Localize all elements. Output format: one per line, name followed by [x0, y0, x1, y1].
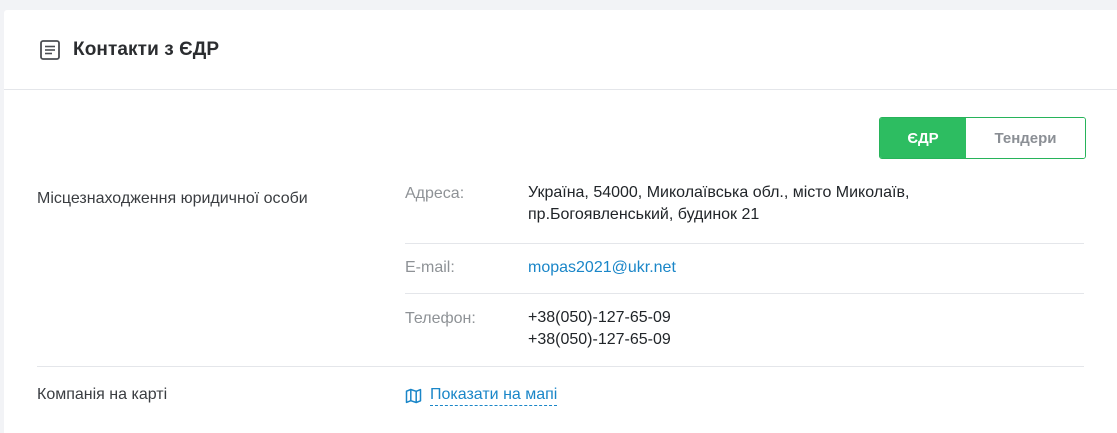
map-row-label: Компанія на карті [37, 386, 168, 403]
document-list-icon [39, 39, 61, 61]
phone-value: +38(050)-127-65-09 [528, 309, 671, 326]
phone-label: Телефон: [405, 310, 476, 327]
phone-value: +38(050)-127-65-09 [528, 331, 671, 348]
toggle-edr-button[interactable]: ЄДР [880, 118, 966, 158]
location-row-label: Місцезнаходження юридичної особи [37, 190, 308, 207]
divider [405, 243, 1084, 244]
email-link[interactable]: mopas2021@ukr.net [528, 259, 676, 276]
address-line-1: Україна, 54000, Миколаївська обл., місто… [528, 184, 910, 201]
map-icon [405, 388, 422, 404]
address-value: Україна, 54000, Миколаївська обл., місто… [528, 182, 909, 226]
email-label: E-mail: [405, 259, 455, 276]
address-label: Адреса: [405, 185, 465, 202]
show-on-map-link[interactable]: Показати на мапі [405, 386, 558, 406]
address-line-2: пр.Богоявленський, будинок 21 [528, 206, 760, 223]
phone-values: +38(050)-127-65-09 +38(050)-127-65-09 [528, 307, 671, 351]
divider [37, 366, 1084, 367]
divider [405, 293, 1084, 294]
page-title: Контакти з ЄДР [73, 38, 220, 60]
card-header: Контакти з ЄДР [4, 10, 1117, 90]
contacts-card: Контакти з ЄДР ЄДР Тендери Місцезнаходже… [4, 10, 1117, 433]
email-value: mopas2021@ukr.net [528, 257, 676, 279]
toggle-tenders-button[interactable]: Тендери [966, 118, 1085, 158]
show-on-map-label: Показати на мапі [430, 386, 558, 406]
source-toggle: ЄДР Тендери [879, 117, 1086, 159]
